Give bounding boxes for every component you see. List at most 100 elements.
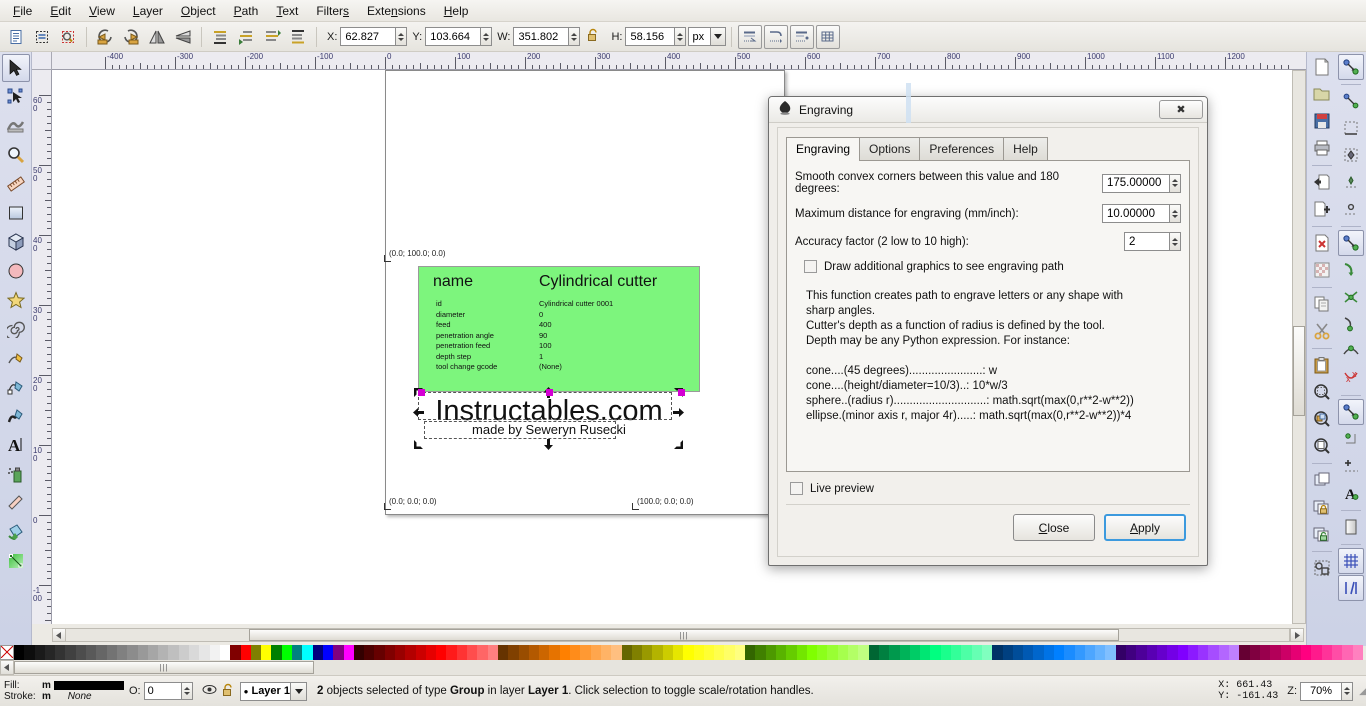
palette-swatch[interactable] (65, 645, 75, 660)
scroll-left-button[interactable] (52, 628, 66, 642)
palette-swatch[interactable] (426, 645, 436, 660)
raise-to-top-icon[interactable] (286, 25, 310, 49)
live-preview-row[interactable]: Live preview (790, 482, 1198, 495)
apply-button[interactable]: Apply (1104, 514, 1186, 541)
palette-swatch[interactable] (982, 645, 992, 660)
export-icon[interactable] (1309, 196, 1335, 222)
palette-swatch[interactable] (673, 645, 683, 660)
palette-swatch[interactable] (622, 645, 632, 660)
palette-swatch[interactable] (86, 645, 96, 660)
palette-swatch[interactable] (76, 645, 86, 660)
resize-grip-icon[interactable]: ◢ (1359, 686, 1366, 697)
palette-swatch[interactable] (930, 645, 940, 660)
palette-swatch[interactable] (869, 645, 879, 660)
palette-swatch[interactable] (961, 645, 971, 660)
scroll-right-button[interactable] (1290, 628, 1304, 642)
duplicate-layer-icon[interactable] (1309, 467, 1335, 493)
menu-edit[interactable]: Edit (41, 1, 80, 21)
menu-view[interactable]: View (80, 1, 124, 21)
palette-swatch[interactable] (230, 645, 240, 660)
palette-swatch[interactable] (539, 645, 549, 660)
palette-swatch[interactable] (879, 645, 889, 660)
palette-swatch[interactable] (395, 645, 405, 660)
zoom-tool[interactable] (2, 141, 30, 169)
palette-swatch[interactable] (1044, 645, 1054, 660)
palette-swatch[interactable] (1270, 645, 1280, 660)
palette-swatch[interactable] (858, 645, 868, 660)
swatch-none[interactable] (0, 645, 14, 660)
tab-preferences[interactable]: Preferences (919, 137, 1004, 161)
y-input[interactable]: 103.664 (425, 27, 481, 46)
palette-swatch[interactable] (900, 645, 910, 660)
zoom-input[interactable]: 70% (1300, 682, 1342, 701)
palette-swatch[interactable] (694, 645, 704, 660)
calligraphy-tool[interactable] (2, 402, 30, 430)
palette-swatch[interactable] (158, 645, 168, 660)
opacity-input[interactable]: 0 (144, 682, 182, 700)
dialog-field-spinner[interactable] (1170, 174, 1181, 193)
palette-swatch[interactable] (488, 645, 498, 660)
zoom-page-icon[interactable] (1309, 433, 1335, 459)
palette-swatch[interactable] (766, 645, 776, 660)
scale-handle-bottom-right[interactable] (672, 438, 685, 451)
vertical-scrollbar[interactable] (1292, 70, 1306, 624)
palette-swatch[interactable] (14, 645, 24, 660)
palette-swatch[interactable] (560, 645, 570, 660)
palette-swatch[interactable] (755, 645, 765, 660)
palette-swatch[interactable] (498, 645, 508, 660)
menu-file[interactable]: File (4, 1, 41, 21)
palette-swatch[interactable] (117, 645, 127, 660)
palette-swatch[interactable] (838, 645, 848, 660)
palette-swatch[interactable] (45, 645, 55, 660)
palette-swatch[interactable] (313, 645, 323, 660)
palette-swatch[interactable] (138, 645, 148, 660)
pencil-tool[interactable] (2, 344, 30, 372)
tweak-tool[interactable] (2, 112, 30, 140)
palette-swatch[interactable] (1085, 645, 1095, 660)
snap-bbox-corner-icon[interactable] (1338, 142, 1364, 168)
units-select[interactable]: px (688, 27, 726, 46)
gradient-tool[interactable] (2, 547, 30, 575)
palette-swatch[interactable] (570, 645, 580, 660)
palette-swatch[interactable] (889, 645, 899, 660)
dialog-field-spinner[interactable] (1170, 232, 1181, 251)
snap-enable-icon[interactable] (1338, 54, 1364, 80)
palette-swatch[interactable] (1167, 645, 1177, 660)
palette-scrollbar[interactable]: ||| (0, 660, 1366, 675)
palette-swatch[interactable] (1322, 645, 1332, 660)
snap-object-corner-icon[interactable] (1338, 426, 1364, 452)
palette-swatch[interactable] (1239, 645, 1249, 660)
h-spinner[interactable] (675, 27, 686, 46)
raise-icon[interactable] (260, 25, 284, 49)
palette-swatch[interactable] (179, 645, 189, 660)
dialog-field-spinner[interactable] (1170, 204, 1181, 223)
palette-swatch[interactable] (35, 645, 45, 660)
palette-swatch[interactable] (1229, 645, 1239, 660)
select-all-icon[interactable] (4, 25, 28, 49)
node-handle-left[interactable] (418, 389, 425, 396)
palette-swatch[interactable] (24, 645, 34, 660)
palette-swatch[interactable] (683, 645, 693, 660)
palette-swatch[interactable] (951, 645, 961, 660)
import-icon[interactable] (1309, 169, 1335, 195)
close-button[interactable]: Close (1013, 514, 1095, 541)
palette-swatch[interactable] (549, 645, 559, 660)
palette-swatch[interactable] (189, 645, 199, 660)
palette-swatch[interactable] (972, 645, 982, 660)
scale-handle-left[interactable] (412, 406, 425, 419)
palette-swatch[interactable] (910, 645, 920, 660)
palette-swatch[interactable] (1342, 645, 1352, 660)
palette-swatch[interactable] (1095, 645, 1105, 660)
palette-swatch[interactable] (127, 645, 137, 660)
palette-swatch[interactable] (1023, 645, 1033, 660)
palette-swatch[interactable] (632, 645, 642, 660)
palette-swatch[interactable] (220, 645, 230, 660)
eye-icon[interactable] (202, 684, 217, 698)
horizontal-scrollbar-thumb[interactable]: ||| (249, 629, 1119, 641)
palette-swatch[interactable] (1003, 645, 1013, 660)
selector-tool[interactable] (2, 54, 30, 82)
menu-filters[interactable]: Filters (307, 1, 358, 21)
palette-swatch[interactable] (1301, 645, 1311, 660)
box-3d-tool[interactable] (2, 228, 30, 256)
palette-swatch[interactable] (920, 645, 930, 660)
